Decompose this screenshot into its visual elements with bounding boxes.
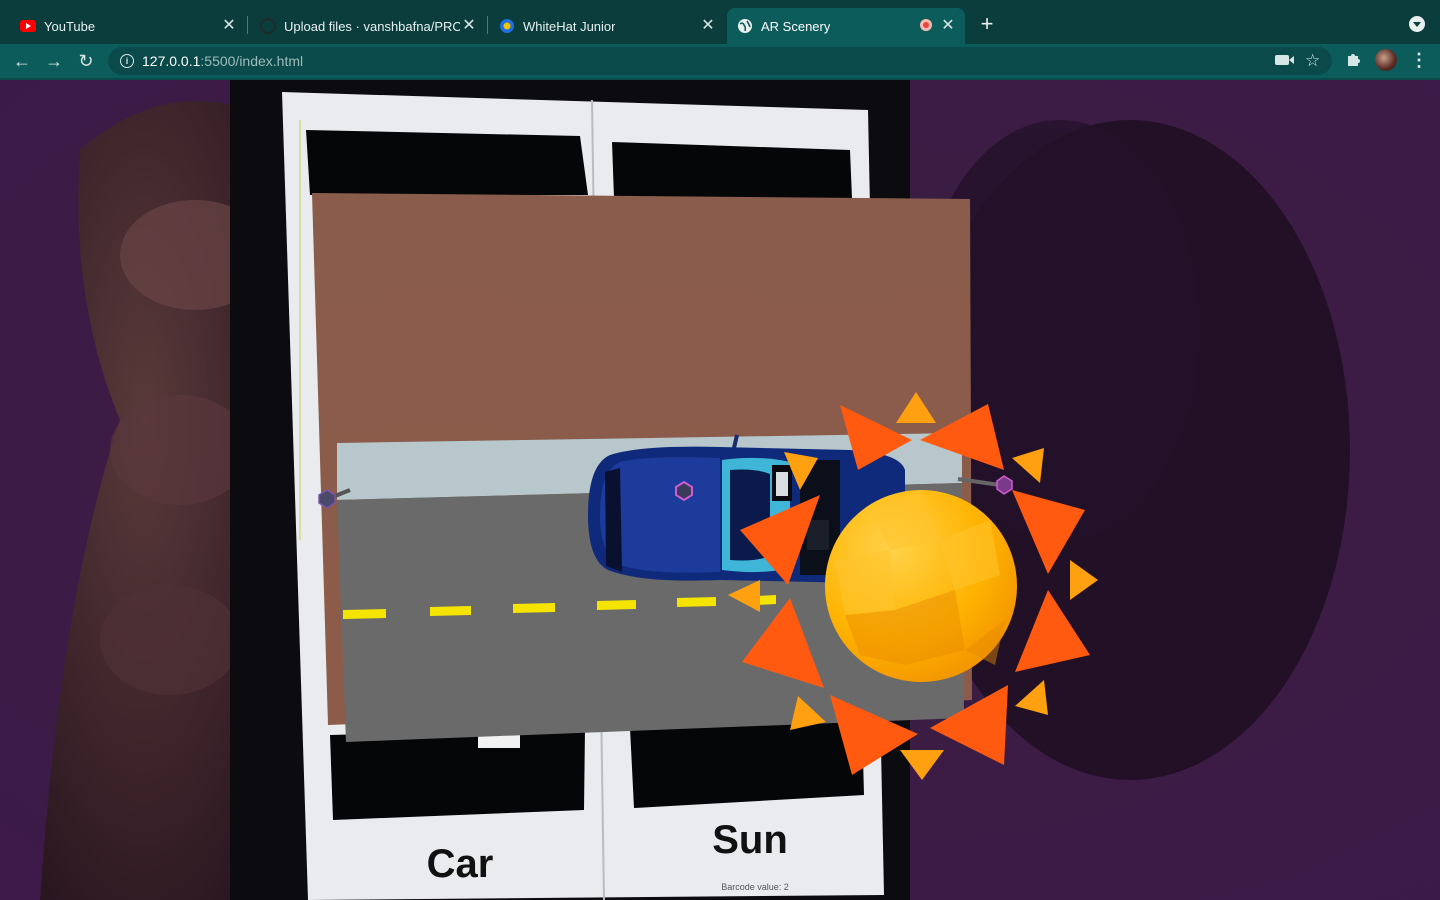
tab-whitehat[interactable]: WhiteHat Junior ✕ [479, 8, 725, 44]
ar-scene: Car Sun Barcode value: 2 [0, 80, 1440, 900]
new-tab-button[interactable]: + [977, 13, 997, 35]
close-icon[interactable]: ✕ [699, 17, 717, 35]
address-bar[interactable]: i 127.0.0.1:5500/index.html ☆ [108, 47, 1332, 75]
tab-title: AR Scenery [761, 18, 831, 34]
recording-icon [920, 19, 932, 31]
tab-ar-scenery[interactable]: AR Scenery ✕ [727, 8, 965, 44]
browser-toolbar: ← → ↻ i 127.0.0.1:5500/index.html ☆ [0, 44, 1440, 80]
profile-avatar[interactable] [1375, 49, 1397, 71]
youtube-icon [20, 18, 36, 34]
star-icon[interactable]: ☆ [1305, 51, 1320, 71]
marker-label-car: Car [427, 842, 494, 886]
github-icon [260, 18, 276, 34]
ar-viewport: Car Sun Barcode value: 2 [0, 80, 1440, 900]
extensions-icon[interactable] [1345, 50, 1363, 68]
anchor-marker-center [675, 480, 693, 502]
barcode-caption: Barcode value: 2 [721, 882, 789, 892]
close-icon[interactable]: ✕ [460, 17, 478, 35]
tab-search-icon[interactable] [1409, 16, 1425, 32]
url-text[interactable]: 127.0.0.1:5500/index.html [142, 53, 303, 69]
menu-icon[interactable]: ⋮ [1410, 49, 1428, 71]
close-icon[interactable]: ✕ [220, 17, 238, 35]
close-icon[interactable]: ✕ [939, 17, 957, 35]
back-icon[interactable]: ← [11, 50, 33, 72]
tab-title: Upload files · vanshbafna/PRO [284, 18, 460, 34]
tab-github[interactable]: Upload files · vanshbafna/PRO ✕ [240, 8, 486, 44]
tab-title: WhiteHat Junior [523, 18, 616, 34]
globe-icon [737, 18, 753, 34]
tab-strip: YouTube ✕ Upload files · vanshbafna/PRO … [0, 0, 1440, 44]
tab-title: YouTube [44, 18, 96, 34]
forward-icon[interactable]: → [43, 50, 65, 72]
info-icon[interactable]: i [120, 54, 134, 68]
marker-label-sun: Sun [712, 818, 788, 862]
reload-icon[interactable]: ↻ [75, 50, 97, 72]
camera-icon[interactable] [1275, 55, 1294, 65]
whitehat-icon [499, 18, 515, 34]
tab-youtube[interactable]: YouTube ✕ [0, 8, 246, 44]
